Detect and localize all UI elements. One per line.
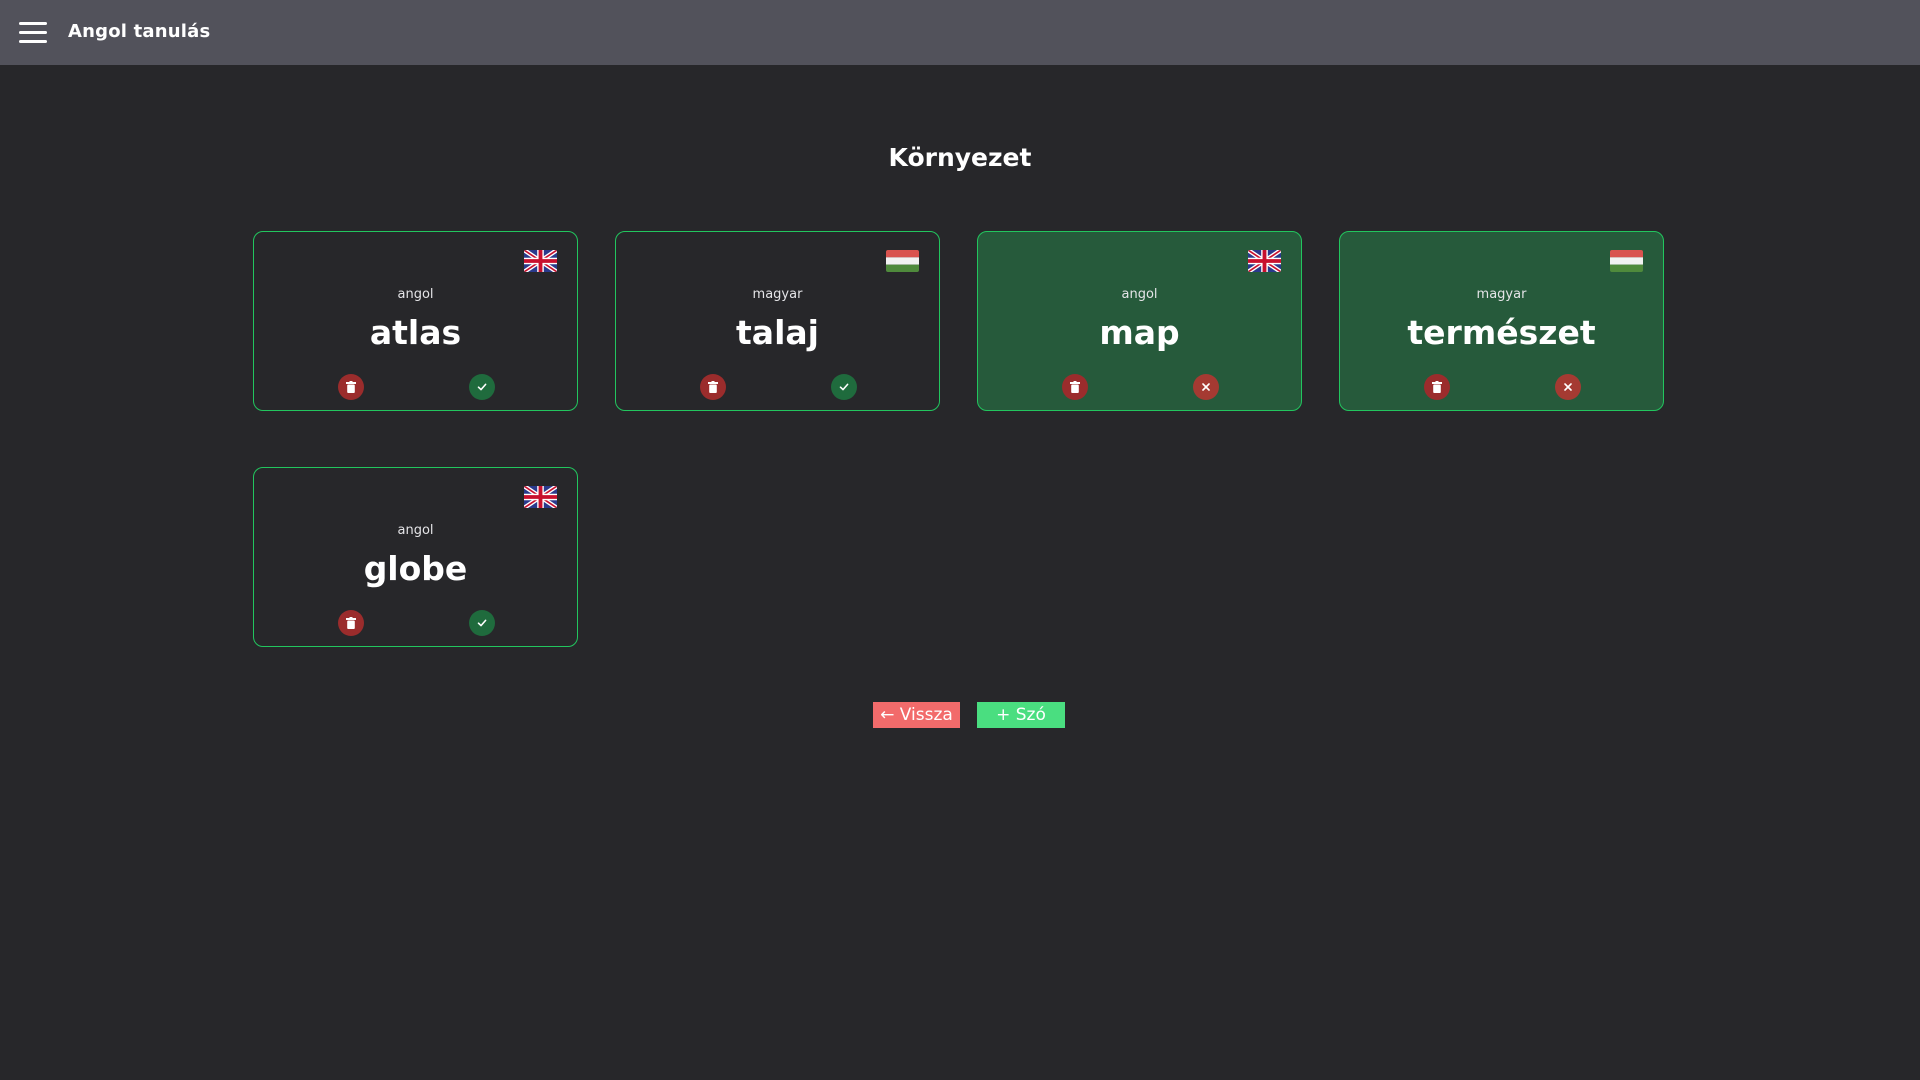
hungary-flag-icon [886,250,919,272]
check-icon [477,383,487,391]
check-icon [477,619,487,627]
top-bar: Angol tanulás [0,0,1920,65]
word-card[interactable]: angol globe [253,467,578,647]
word-card[interactable]: angol atlas [253,231,578,411]
unmark-learned-button[interactable] [1193,374,1219,400]
close-icon [1202,383,1210,391]
trash-icon [346,617,356,629]
add-word-button[interactable]: + Szó [977,702,1065,728]
uk-flag-icon [524,486,557,508]
word-card[interactable]: angol map [977,231,1302,411]
delete-button[interactable] [1062,374,1088,400]
delete-button[interactable] [338,374,364,400]
word-card[interactable]: magyar talaj [615,231,940,411]
unmark-learned-button[interactable] [1555,374,1581,400]
card-language-label: angol [397,523,434,538]
delete-button[interactable] [1424,374,1450,400]
card-word: természet [1407,313,1596,352]
app-title: Angol tanulás [68,21,211,42]
mark-learned-button[interactable] [469,374,495,400]
uk-flag-icon [524,250,557,272]
hamburger-menu-icon[interactable] [19,22,47,44]
delete-button[interactable] [338,610,364,636]
mark-learned-button[interactable] [469,610,495,636]
page-title: Környezet [888,143,1032,172]
card-language-label: angol [1121,287,1158,302]
hungary-flag-icon [1610,250,1643,272]
card-word: globe [363,549,468,588]
delete-button[interactable] [700,374,726,400]
word-card[interactable]: magyar természet [1339,231,1664,411]
mark-learned-button[interactable] [831,374,857,400]
check-icon [839,383,849,391]
card-language-label: magyar [1476,287,1527,302]
card-language-label: angol [397,287,434,302]
trash-icon [708,381,718,393]
back-button[interactable]: ← Vissza [873,702,960,728]
card-word: talaj [736,313,819,352]
trash-icon [346,381,356,393]
close-icon [1564,383,1572,391]
card-word: atlas [369,313,462,352]
trash-icon [1432,381,1442,393]
card-word: map [1099,313,1180,352]
trash-icon [1070,381,1080,393]
card-language-label: magyar [752,287,803,302]
uk-flag-icon [1248,250,1281,272]
